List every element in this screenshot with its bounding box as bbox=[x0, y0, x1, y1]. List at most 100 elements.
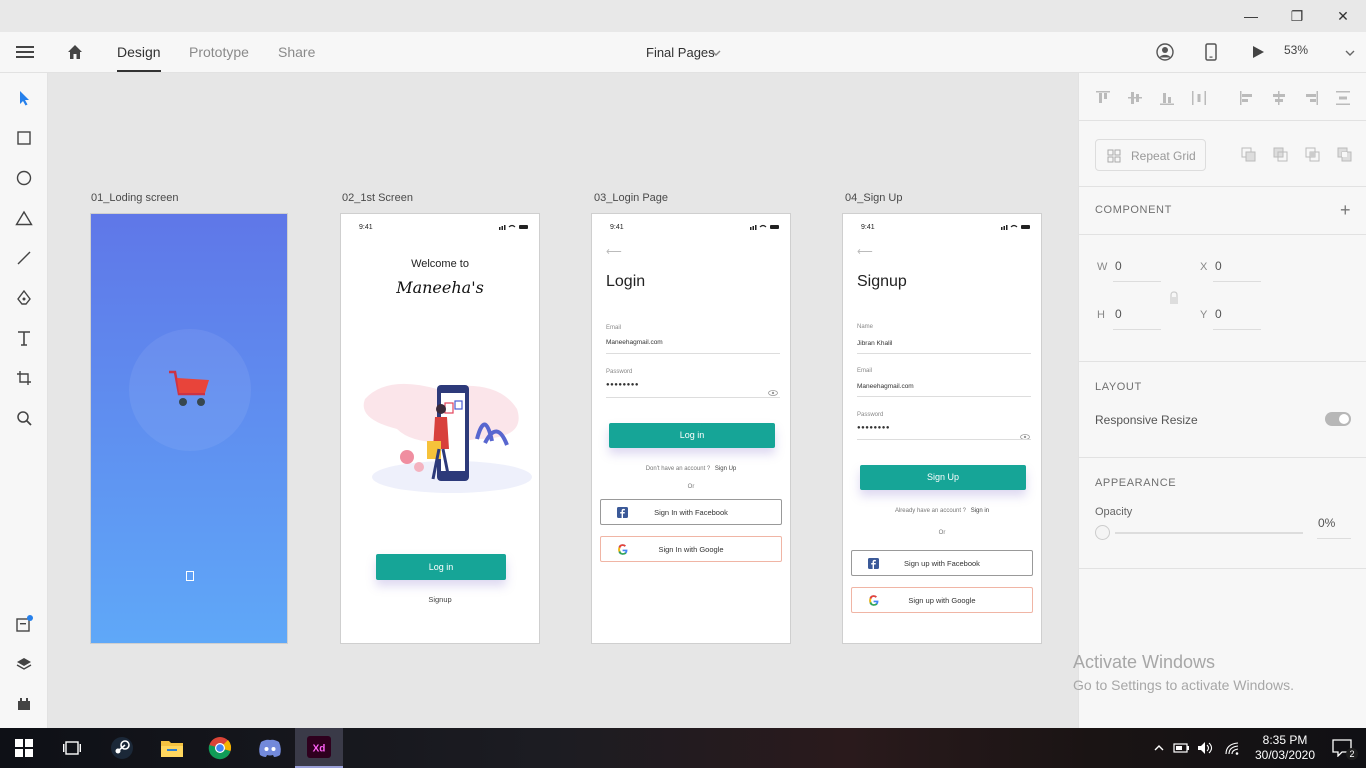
x-input[interactable]: 0 bbox=[1215, 259, 1222, 273]
plugins-panel-icon[interactable] bbox=[12, 692, 36, 716]
system-clock[interactable]: 8:35 PM 30/03/2020 bbox=[1248, 728, 1322, 768]
artboard-first-screen[interactable]: 9:41 Welcome to Maneeha's Log in Signup bbox=[340, 213, 540, 644]
align-top-icon[interactable] bbox=[1095, 90, 1111, 106]
document-title[interactable]: Final Pages bbox=[646, 45, 715, 60]
tray-chevron-up-icon[interactable] bbox=[1150, 728, 1168, 768]
artboard-label[interactable]: 02_1st Screen bbox=[342, 192, 413, 204]
hamburger-menu-icon[interactable] bbox=[16, 44, 34, 60]
artboard-login-page[interactable]: 9:41 ⟵ Login Email Maneehagmail.com Pass… bbox=[591, 213, 791, 644]
device-preview-icon[interactable] bbox=[1204, 42, 1218, 62]
line-tool-icon[interactable] bbox=[12, 246, 36, 270]
password-label: Password bbox=[857, 412, 884, 418]
email-field[interactable]: Maneehagmail.com bbox=[606, 339, 663, 346]
boolean-add-icon[interactable] bbox=[1241, 147, 1257, 163]
y-input[interactable]: 0 bbox=[1215, 307, 1222, 321]
opacity-slider-track[interactable] bbox=[1115, 532, 1303, 534]
responsive-resize-toggle[interactable] bbox=[1325, 412, 1351, 426]
no-account-text: Don't have an account ? bbox=[645, 466, 711, 472]
artboard-label[interactable]: 01_Loding screen bbox=[91, 192, 178, 204]
share-user-icon[interactable] bbox=[1156, 43, 1174, 61]
close-button[interactable]: ✕ bbox=[1320, 0, 1366, 32]
minimize-button[interactable]: — bbox=[1228, 0, 1274, 32]
responsive-resize-label: Responsive Resize bbox=[1095, 413, 1198, 427]
add-component-icon[interactable]: + bbox=[1340, 200, 1351, 221]
layout-heading: LAYOUT bbox=[1095, 381, 1142, 393]
login-button[interactable]: Log in bbox=[376, 554, 506, 580]
maximize-button[interactable]: ❐ bbox=[1274, 0, 1320, 32]
chevron-down-icon[interactable] bbox=[710, 46, 722, 58]
email-field[interactable]: Maneehagmail.com bbox=[857, 383, 914, 390]
play-preview-icon[interactable] bbox=[1250, 44, 1266, 60]
height-input[interactable]: 0 bbox=[1115, 307, 1122, 321]
tab-design[interactable]: Design bbox=[117, 44, 161, 72]
distribute-vertical-icon[interactable] bbox=[1335, 90, 1351, 106]
zoom-chevron-icon[interactable] bbox=[1344, 46, 1356, 58]
file-explorer-icon[interactable] bbox=[148, 728, 196, 768]
width-input[interactable]: 0 bbox=[1115, 259, 1122, 273]
opacity-value[interactable]: 0% bbox=[1318, 516, 1335, 530]
boolean-exclude-icon[interactable] bbox=[1337, 147, 1353, 163]
facebook-signup-button[interactable]: Sign up with Facebook bbox=[851, 550, 1033, 576]
password-field[interactable]: ●●●●●●●● bbox=[857, 425, 890, 431]
steam-icon[interactable] bbox=[98, 728, 146, 768]
boolean-subtract-icon[interactable] bbox=[1273, 147, 1289, 163]
align-bottom-icon[interactable] bbox=[1159, 90, 1175, 106]
eye-icon[interactable] bbox=[1020, 427, 1030, 440]
page-title: Login bbox=[606, 273, 646, 290]
y-underline bbox=[1213, 329, 1261, 330]
password-field[interactable]: ●●●●●●●● bbox=[606, 382, 639, 388]
zoom-level[interactable]: 53% bbox=[1284, 43, 1308, 57]
discord-icon[interactable] bbox=[246, 728, 294, 768]
select-tool-icon[interactable] bbox=[12, 86, 36, 110]
eye-icon[interactable] bbox=[768, 383, 778, 396]
adobe-xd-icon[interactable]: Xd bbox=[295, 728, 343, 768]
chrome-icon[interactable] bbox=[196, 728, 244, 768]
align-center-icon[interactable] bbox=[1271, 90, 1287, 106]
signup-button[interactable]: Sign Up bbox=[860, 465, 1026, 490]
back-arrow-icon[interactable]: ⟵ bbox=[606, 245, 622, 258]
artboard-signup-page[interactable]: 9:41 ⟵ Signup Name Jibran Khalil Email M… bbox=[842, 213, 1042, 644]
home-icon[interactable] bbox=[66, 43, 84, 61]
google-signup-button[interactable]: Sign up with Google bbox=[851, 587, 1033, 613]
facebook-label: Sign up with Facebook bbox=[904, 558, 980, 568]
battery-network-icon[interactable] bbox=[1172, 728, 1192, 768]
facebook-signin-button[interactable]: Sign In with Facebook bbox=[600, 499, 782, 525]
status-time: 9:41 bbox=[861, 224, 875, 231]
distribute-horizontal-icon[interactable] bbox=[1191, 90, 1207, 106]
signal-wifi-battery-icon bbox=[1001, 224, 1030, 230]
text-tool-icon[interactable] bbox=[12, 326, 36, 350]
wifi-icon[interactable] bbox=[1222, 728, 1242, 768]
opacity-slider-thumb[interactable] bbox=[1095, 525, 1110, 540]
assets-panel-icon[interactable] bbox=[12, 612, 36, 636]
artboard-loading-screen[interactable] bbox=[90, 213, 288, 644]
task-view-icon[interactable] bbox=[48, 728, 96, 768]
align-middle-icon[interactable] bbox=[1127, 90, 1143, 106]
align-right-icon[interactable] bbox=[1303, 90, 1319, 106]
artboard-label[interactable]: 04_Sign Up bbox=[845, 192, 903, 204]
name-field[interactable]: Jibran Khalil bbox=[857, 340, 892, 347]
status-bar: 9:41 bbox=[843, 224, 1041, 232]
action-center-icon[interactable]: 2 bbox=[1322, 728, 1362, 768]
layers-panel-icon[interactable] bbox=[12, 652, 36, 676]
signin-link[interactable]: Sign in bbox=[971, 508, 989, 514]
login-button[interactable]: Log in bbox=[609, 423, 775, 448]
signup-link[interactable]: Sign Up bbox=[715, 466, 736, 472]
volume-icon[interactable] bbox=[1196, 728, 1216, 768]
artboard-tool-icon[interactable] bbox=[12, 366, 36, 390]
lock-aspect-icon[interactable] bbox=[1169, 291, 1179, 305]
repeat-grid-button[interactable]: Repeat Grid bbox=[1095, 139, 1206, 171]
tab-share[interactable]: Share bbox=[278, 44, 315, 60]
ellipse-tool-icon[interactable] bbox=[12, 166, 36, 190]
polygon-tool-icon[interactable] bbox=[12, 206, 36, 230]
back-arrow-icon[interactable]: ⟵ bbox=[857, 245, 873, 258]
signup-link[interactable]: Signup bbox=[341, 595, 539, 604]
pen-tool-icon[interactable] bbox=[12, 286, 36, 310]
google-signin-button[interactable]: Sign In with Google bbox=[600, 536, 782, 562]
zoom-tool-icon[interactable] bbox=[12, 406, 36, 430]
artboard-label[interactable]: 03_Login Page bbox=[594, 192, 668, 204]
rectangle-tool-icon[interactable] bbox=[12, 126, 36, 150]
align-left-icon[interactable] bbox=[1239, 90, 1255, 106]
tab-prototype[interactable]: Prototype bbox=[189, 44, 249, 60]
windows-start-icon[interactable] bbox=[0, 728, 48, 768]
boolean-intersect-icon[interactable] bbox=[1305, 147, 1321, 163]
